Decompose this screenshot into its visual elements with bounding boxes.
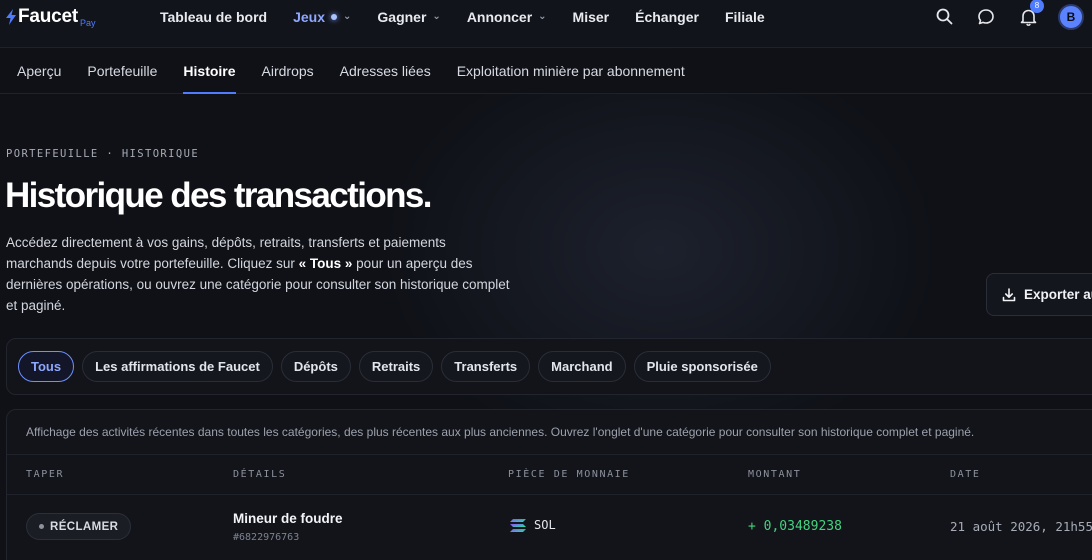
top-navigation: Faucet Pay Tableau de bord Jeux ⌄ Gagner… — [0, 0, 1092, 48]
breadcrumb: PORTEFEUILLE · HISTORIQUE — [6, 148, 200, 160]
page-title: Historique des transactions. — [5, 176, 432, 215]
chevron-down-icon: ⌄ — [432, 11, 441, 22]
brand-name: Faucet — [18, 6, 79, 27]
nav-actions: 8 B — [912, 0, 1092, 33]
column-header-date[interactable]: DATE — [950, 469, 980, 480]
nav-label: Annoncer — [466, 8, 533, 25]
column-header-details[interactable]: DÉTAILS — [233, 469, 286, 480]
main-nav: Tableau de bord Jeux ⌄ Gagner ⌄ Annoncer… — [160, 0, 791, 33]
filter-all[interactable]: Tous — [18, 351, 75, 382]
filter-faucet-claims[interactable]: Les affirmations de Faucet — [82, 351, 273, 382]
brand-sub: Pay — [80, 18, 96, 28]
search-icon[interactable] — [934, 7, 954, 27]
table-row[interactable]: RÉCLAMER Mineur de foudre #6822976763 SO… — [7, 495, 1092, 557]
page-description: Accédez directement à vos gains, dépôts,… — [6, 232, 516, 316]
transactions-panel: Affichage des activités récentes dans to… — [6, 409, 1092, 560]
status-dot-icon — [39, 524, 44, 529]
chevron-down-icon: ⌄ — [538, 11, 547, 22]
filter-withdrawals[interactable]: Retraits — [358, 351, 434, 382]
nav-label: Filiale — [724, 8, 765, 25]
filter-sponsored-rain[interactable]: Pluie sponsorisée — [633, 351, 771, 382]
brand-logo[interactable]: Faucet Pay — [6, 6, 96, 28]
export-button[interactable]: Exporter au — [986, 273, 1092, 316]
nav-item-games[interactable]: Jeux ⌄ — [293, 9, 351, 25]
tab-airdrops[interactable]: Airdrops — [262, 49, 314, 94]
type-badge: RÉCLAMER — [26, 513, 132, 540]
tab-overview[interactable]: Aperçu — [17, 49, 61, 94]
type-label: RÉCLAMER — [50, 520, 119, 533]
filter-transfers[interactable]: Transferts — [441, 351, 531, 382]
nav-item-affiliate[interactable]: Filiale — [725, 9, 765, 25]
column-header-coin[interactable]: PIÈCE DE MONNAIE — [508, 469, 630, 480]
nav-label: Gagner — [377, 8, 427, 25]
chevron-down-icon: ⌄ — [343, 11, 352, 22]
wallet-subtabs: Aperçu Portefeuille Histoire Airdrops Ad… — [0, 49, 1092, 94]
tab-linked-addresses[interactable]: Adresses liées — [340, 49, 431, 94]
nav-item-advertise[interactable]: Annoncer ⌄ — [467, 9, 547, 25]
export-label: Exporter au — [1024, 287, 1092, 302]
nav-label: Jeux — [293, 8, 326, 25]
desc-highlight: « Tous » — [298, 256, 353, 271]
chat-icon[interactable] — [976, 7, 996, 27]
nav-item-earn[interactable]: Gagner ⌄ — [377, 9, 440, 25]
solana-icon — [510, 518, 526, 532]
table-header: TAPER DÉTAILS PIÈCE DE MONNAIE MONTANT D… — [7, 455, 1092, 495]
notification-badge: 8 — [1030, 0, 1044, 13]
nav-item-stake[interactable]: Miser — [573, 9, 610, 25]
column-header-amount[interactable]: MONTANT — [748, 469, 801, 480]
column-header-type[interactable]: TAPER — [26, 469, 64, 480]
filter-deposits[interactable]: Dépôts — [280, 351, 351, 382]
tab-subscription-mining[interactable]: Exploitation minière par abonnement — [457, 49, 685, 94]
category-filter-bar: Tous Les affirmations de Faucet Dépôts R… — [6, 338, 1092, 395]
nav-label: Tableau de bord — [160, 8, 268, 25]
coin-cell: SOL — [510, 518, 556, 532]
filter-merchant[interactable]: Marchand — [538, 351, 626, 382]
transaction-date: 21 août 2026, 21h55 — [950, 519, 1092, 534]
avatar[interactable]: B — [1058, 3, 1084, 30]
nav-item-dashboard[interactable]: Tableau de bord — [160, 9, 267, 25]
tab-wallet[interactable]: Portefeuille — [87, 49, 157, 94]
nav-label: Échanger — [635, 8, 699, 25]
transaction-id: #6822976763 — [233, 532, 300, 543]
live-dot-icon — [331, 13, 338, 20]
coin-symbol: SOL — [534, 518, 556, 532]
bolt-icon — [6, 9, 16, 25]
download-icon — [1002, 287, 1016, 302]
table-note: Affichage des activités récentes dans to… — [7, 410, 1092, 455]
transaction-name: Mineur de foudre — [233, 511, 343, 526]
nav-label: Miser — [572, 8, 610, 25]
bell-icon[interactable]: 8 — [1018, 0, 1044, 27]
nav-item-exchange[interactable]: Échanger — [635, 9, 699, 25]
tab-history[interactable]: Histoire — [183, 49, 236, 94]
transaction-amount: + 0,03489238 — [748, 519, 842, 534]
